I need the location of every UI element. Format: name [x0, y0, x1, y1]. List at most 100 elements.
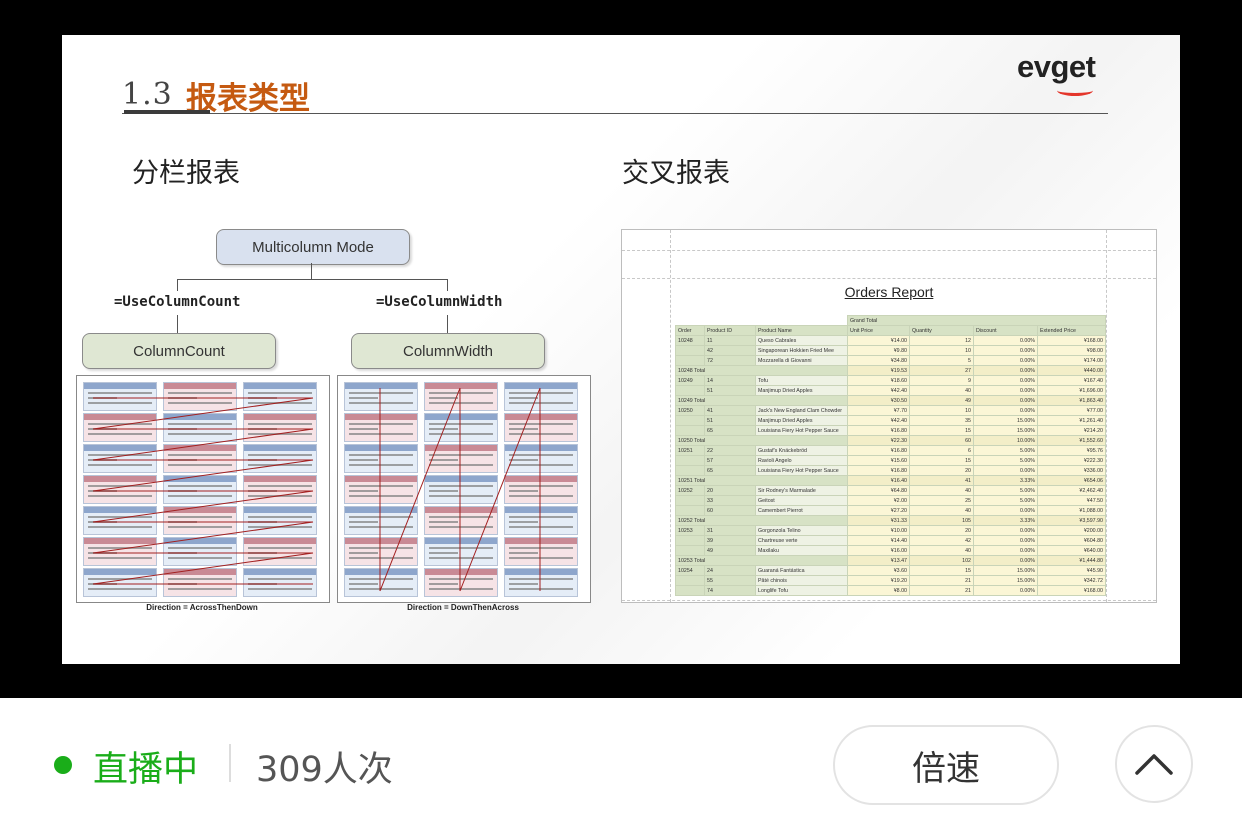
- playback-speed-button[interactable]: 倍速: [833, 725, 1059, 805]
- table-cell: [675, 415, 705, 426]
- table-cell: ¥42.40: [847, 385, 910, 396]
- table-row: 10253 31 Gorgonzola Telino ¥10.00 20 0.00% ¥20…: [675, 525, 1106, 536]
- table-cell: 12: [909, 335, 974, 346]
- crosstab-report-heading: 交叉报表: [622, 158, 730, 189]
- table-row: 10254 24 Guaraná Fantástica ¥3.60 15 15.00% ¥4…: [675, 565, 1106, 576]
- table-cell: 0.00%: [973, 505, 1038, 516]
- page-margin-top: [622, 250, 1156, 251]
- table-cell: ¥22.30: [847, 435, 910, 446]
- flow-arrows: [92, 397, 314, 585]
- table-cell: [675, 575, 705, 586]
- table-cell: Singaporean Hokkien Fried Mee: [755, 345, 848, 356]
- table-row: 51 Manjimup Dried Apples ¥42.40 35 15.00% ¥1,…: [675, 415, 1106, 426]
- table-cell: ¥16.00: [847, 545, 910, 556]
- table-cell: 57: [704, 455, 756, 466]
- multicolumn-report-heading: 分栏报表: [132, 158, 240, 189]
- table-cell: ¥45.90: [1037, 565, 1106, 576]
- group-header-row: Grand Total: [675, 315, 1106, 326]
- table-cell: 15: [909, 565, 974, 576]
- table-cell: ¥604.80: [1037, 535, 1106, 546]
- table-cell: ¥16.80: [847, 425, 910, 436]
- table-cell: 25: [909, 495, 974, 506]
- table-row: 10248 11 Queso Cabrales ¥14.00 12 0.00% ¥168.0…: [675, 335, 1106, 346]
- flow-arrow-line: [379, 387, 461, 592]
- header-spacer: [675, 315, 705, 326]
- table-cell: 10254: [675, 565, 705, 576]
- table-cell: Tofu: [755, 375, 848, 386]
- order-total-row: 10252 Total ¥31.33 105 3.33% ¥3,597.90: [675, 515, 1106, 526]
- table-cell: Gorgonzola Telino: [755, 525, 848, 536]
- table-cell: 5.00%: [973, 445, 1038, 456]
- table-row: 65 Louisiana Fiery Hot Pepper Sauce ¥16.80…: [675, 425, 1106, 436]
- table-cell: 10249: [675, 375, 705, 386]
- column-header: Quantity: [909, 325, 974, 336]
- table-cell: 31: [704, 525, 756, 536]
- table-cell: 15: [909, 455, 974, 466]
- orders-report-title: Orders Report: [622, 284, 1156, 300]
- table-cell: 49: [909, 395, 974, 406]
- expand-button[interactable]: [1115, 725, 1193, 803]
- table-cell: Jack's New England Clam Chowder: [755, 405, 848, 416]
- table-cell: 42: [704, 345, 756, 356]
- table-cell: 21: [909, 575, 974, 586]
- flow-arrows: [379, 387, 541, 592]
- table-cell: Manjimup Dried Apples: [755, 415, 848, 426]
- table-cell: 20: [704, 485, 756, 496]
- table-cell: 10251: [675, 445, 705, 456]
- table-cell: ¥1,444.80: [1037, 555, 1106, 566]
- table-cell: ¥31.33: [847, 515, 910, 526]
- order-total-row: 10249 Total ¥30.50 49 0.00% ¥1,863.40: [675, 395, 1106, 406]
- table-row: 60 Camembert Pierrot ¥27.20 40 0.00% ¥1,088.0…: [675, 505, 1106, 516]
- video-player[interactable]: 1.3 报表类型 evget 分栏报表 交叉报表 Multicolumn Mod…: [0, 0, 1242, 698]
- table-cell: ¥168.00: [1037, 585, 1106, 596]
- table-cell: ¥95.76: [1037, 445, 1106, 456]
- table-cell: 10.00%: [973, 435, 1038, 446]
- table-cell: Guaraná Fantástica: [755, 565, 848, 576]
- table-cell: 10253 Total: [675, 555, 848, 566]
- table-cell: 15.00%: [973, 415, 1038, 426]
- table-cell: 60: [909, 435, 974, 446]
- column-header: Unit Price: [847, 325, 910, 336]
- table-cell: ¥336.00: [1037, 465, 1106, 476]
- table-cell: 24: [704, 565, 756, 576]
- table-cell: [675, 535, 705, 546]
- table-cell: Mozzarella di Giovanni: [755, 355, 848, 366]
- page-margin-bottom: [622, 600, 1156, 601]
- column-header: Order: [675, 325, 705, 336]
- down-then-across-caption: Direction = DownThenAcross: [407, 603, 519, 612]
- table-cell: 0.00%: [973, 545, 1038, 556]
- table-cell: 0.00%: [973, 335, 1038, 346]
- table-cell: 15: [909, 425, 974, 436]
- table-cell: ¥1,863.40: [1037, 395, 1106, 406]
- viewer-count: 309人次: [256, 750, 393, 790]
- table-cell: ¥64.80: [847, 485, 910, 496]
- table-cell: 27: [909, 365, 974, 376]
- table-cell: ¥27.20: [847, 505, 910, 516]
- table-cell: Louisiana Fiery Hot Pepper Sauce: [755, 465, 848, 476]
- table-cell: 0.00%: [973, 525, 1038, 536]
- table-cell: 49: [704, 545, 756, 556]
- chevron-up-icon: [1135, 754, 1173, 775]
- table-cell: 0.00%: [973, 375, 1038, 386]
- table-cell: ¥30.50: [847, 395, 910, 406]
- table-cell: 5.00%: [973, 455, 1038, 466]
- table-cell: 6: [909, 445, 974, 456]
- table-cell: 5.00%: [973, 485, 1038, 496]
- playback-speed-label: 倍速: [912, 748, 980, 789]
- table-cell: ¥3,597.90: [1037, 515, 1106, 526]
- table-row: 39 Chartreuse verte ¥14.40 42 0.00% ¥604.80: [675, 535, 1106, 546]
- table-cell: 11: [704, 335, 756, 346]
- title-divider: [122, 113, 1108, 114]
- table-cell: ¥654.06: [1037, 475, 1106, 486]
- table-cell: 74: [704, 585, 756, 596]
- header-spacer: [704, 315, 756, 326]
- table-cell: ¥18.60: [847, 375, 910, 386]
- table-cell: 20: [909, 525, 974, 536]
- live-status-dot: [54, 756, 72, 774]
- table-cell: 40: [909, 485, 974, 496]
- flow-arrow-line: [92, 397, 314, 430]
- flow-arrow-line: [459, 387, 541, 592]
- table-row: 10250 41 Jack's New England Clam Chowder ¥7…: [675, 405, 1106, 416]
- table-row: 42 Singaporean Hokkien Fried Mee ¥9.80 10 0.…: [675, 345, 1106, 356]
- table-cell: ¥19.53: [847, 365, 910, 376]
